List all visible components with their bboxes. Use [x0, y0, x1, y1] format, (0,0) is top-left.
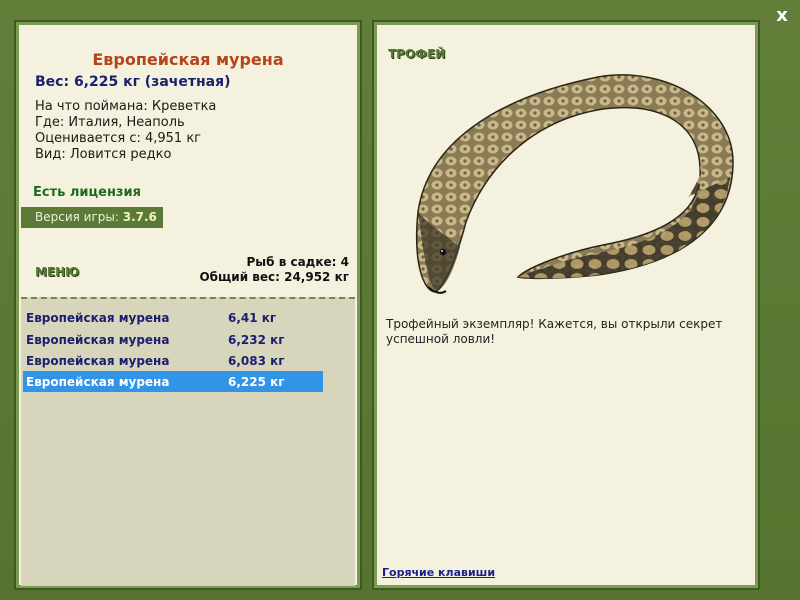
list-item-weight: 6,232 кг	[228, 333, 285, 347]
cage-fish-count: Рыб в садке: 4	[246, 255, 350, 269]
info-trophy-threshold: Оценивается с: 4,951 кг	[35, 131, 202, 146]
version-label: Версия игры:	[35, 210, 119, 224]
fish-title: Европейская мурена	[92, 50, 284, 69]
version-value: 3.7.6	[122, 210, 157, 224]
info-rarity: Вид: Ловится редко	[35, 147, 172, 162]
list-item-name: Европейская мурена	[26, 333, 170, 347]
info-location: Где: Италия, Неаполь	[35, 115, 185, 130]
close-icon: x	[776, 5, 788, 26]
version-badge: Версия игры: 3.7.6	[21, 207, 163, 228]
list-item-name: Европейская мурена	[26, 375, 170, 389]
info-bait: На что поймана: Креветка	[35, 99, 217, 114]
list-item-weight: 6,083 кг	[228, 354, 285, 368]
close-button[interactable]: x	[772, 6, 792, 26]
trophy-description: Трофейный экземпляр! Кажется, вы открыли…	[386, 317, 723, 346]
list-item[interactable]: Европейская мурена 6,41 кг	[23, 307, 323, 328]
list-item-name: Европейская мурена	[26, 311, 170, 325]
list-item[interactable]: Европейская мурена 6,232 кг	[23, 329, 323, 350]
catch-list: Европейская мурена 6,41 кг Европейская м…	[21, 297, 355, 586]
list-item-name: Европейская мурена	[26, 354, 170, 368]
fish-weight: Вес: 6,225 кг (зачетная)	[35, 74, 231, 90]
list-item-weight: 6,225 кг	[228, 375, 285, 389]
list-item[interactable]: Европейская мурена 6,083 кг	[23, 350, 323, 371]
list-item-weight: 6,41 кг	[228, 311, 277, 325]
trophy-panel: ТРОФЕЙ Трофейный экземпляр! Кажется, вы …	[372, 20, 760, 590]
menu-button[interactable]: МЕНЮ	[35, 265, 79, 279]
list-item-selected[interactable]: Европейская мурена 6,225 кг	[23, 371, 323, 392]
cage-total-weight: Общий вес: 24,952 кг	[199, 270, 349, 284]
moray-eel-image	[415, 74, 734, 294]
fish-info-panel: Европейская мурена Вес: 6,225 кг (зачетн…	[14, 20, 362, 590]
hotkeys-link[interactable]: Горячие клавиши	[382, 566, 495, 579]
license-status: Есть лицензия	[33, 185, 141, 200]
